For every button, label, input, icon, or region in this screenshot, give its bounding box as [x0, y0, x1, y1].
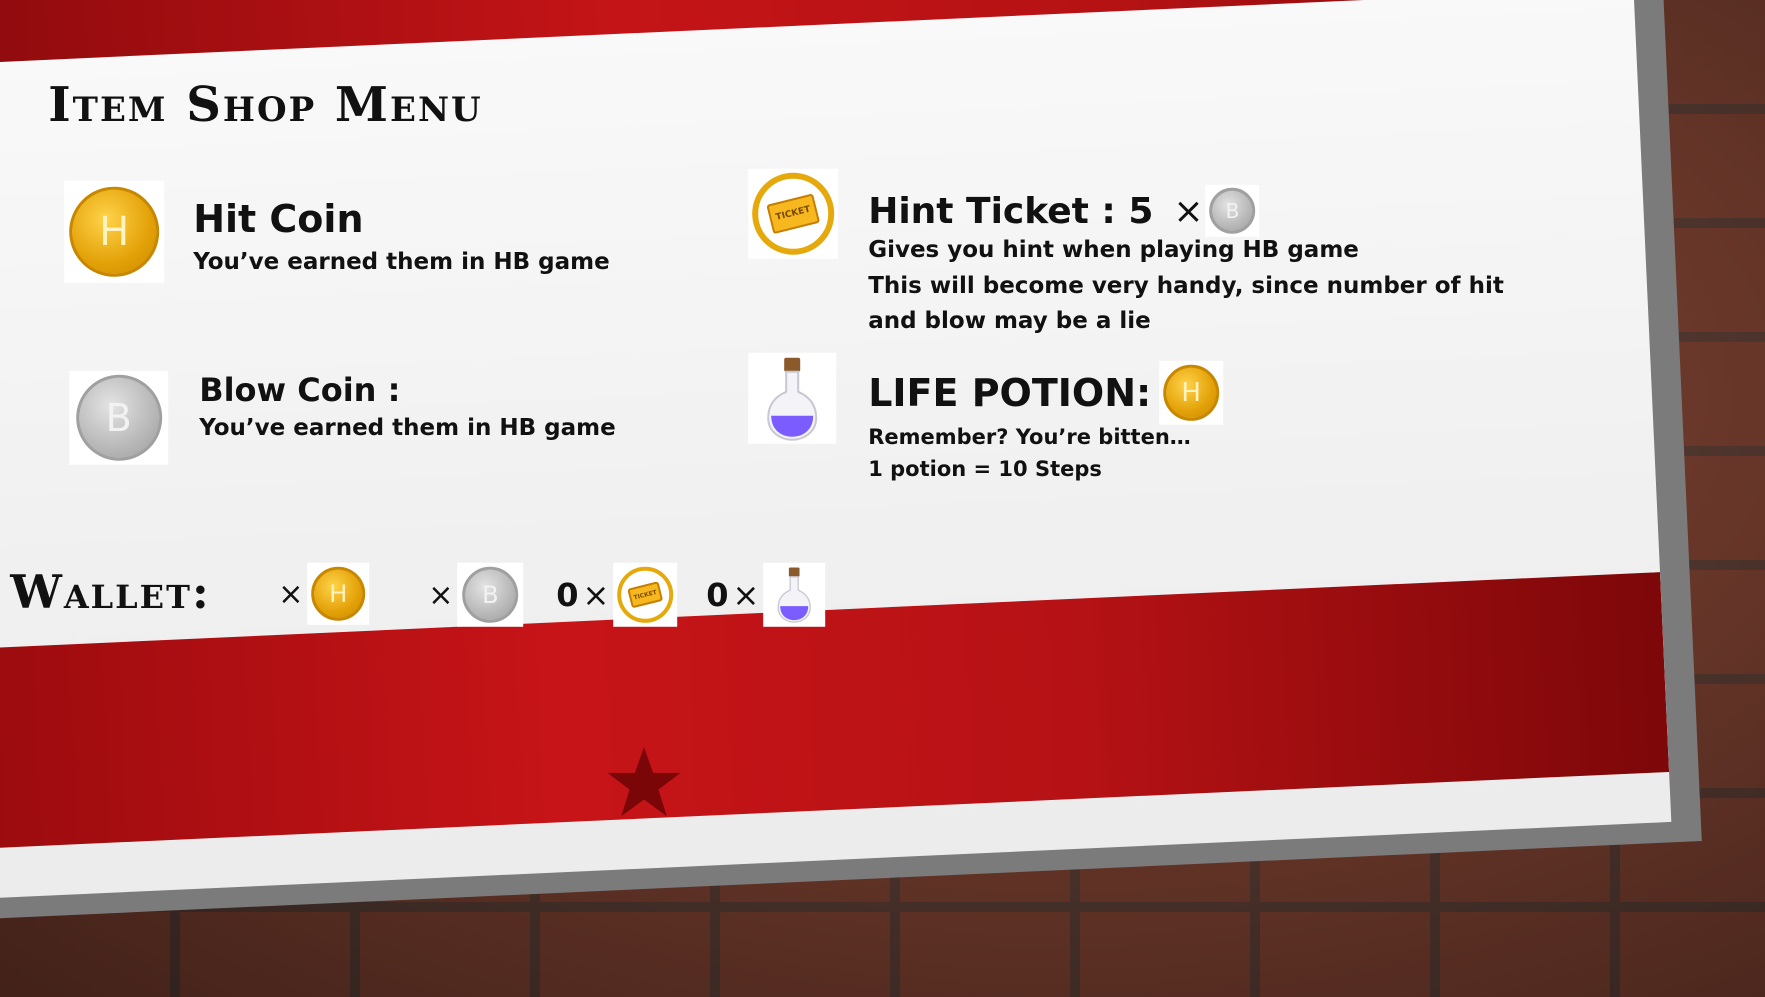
ticket-icon: TICKET [752, 172, 835, 255]
hit-coin-icon: H [69, 186, 160, 277]
hint-ticket-title: Hint Ticket : 5 [868, 190, 1154, 232]
hit-coin-name: Hit Coin [193, 196, 364, 241]
hit-coin-item-icon[interactable]: H [64, 180, 165, 283]
wallet-hit-coins: × H [274, 562, 370, 625]
hint-ticket-item-icon[interactable]: TICKET [748, 168, 839, 259]
blow-coin-icon: B [75, 374, 162, 461]
star-icon [607, 747, 681, 817]
wallet-ticket-count: 0 [556, 575, 579, 614]
times-sign: × [582, 575, 610, 614]
blow-coin-name: Blow Coin : [199, 370, 401, 409]
hint-ticket-price-icon: B [1205, 184, 1260, 237]
shop-content: Item Shop Menu H Hit Coin You’ve earned … [2, 0, 1671, 899]
wallet-potion-icon [763, 562, 826, 627]
hit-coin-icon: H [1163, 364, 1220, 421]
times-sign: × [278, 576, 304, 612]
hit-coin-desc: You’ve earned them in HB game [193, 248, 610, 275]
blow-coin-icon: B [1209, 187, 1256, 234]
life-potion-name: LIFE POTION: H [868, 360, 1224, 425]
hint-ticket-desc-3: and blow may be a lie [868, 307, 1151, 334]
blow-coin-item-icon[interactable]: B [69, 370, 169, 465]
ticket-icon: TICKET [617, 566, 674, 623]
life-potion-title: LIFE POTION: [868, 370, 1152, 415]
hint-ticket-desc-2: This will become very handy, since numbe… [868, 272, 1504, 299]
blow-coin-desc: You’ve earned them in HB game [199, 414, 616, 441]
times-sign: × [732, 575, 760, 614]
ticket-shape: TICKET [627, 581, 664, 609]
wallet-potions: 0 × [706, 562, 826, 627]
times-sign: × [1173, 190, 1204, 232]
potion-icon [777, 567, 811, 623]
potion-icon [767, 357, 818, 441]
hit-coin-icon: H [311, 566, 366, 621]
wallet-hit-icon: H [307, 562, 370, 625]
life-potion-price-icon: H [1159, 360, 1224, 425]
shop-card: Item Shop Menu H Hit Coin You’ve earned … [0, 0, 1672, 900]
life-potion-desc-2: 1 potion = 10 Steps [868, 456, 1102, 481]
life-potion-item-icon[interactable] [748, 352, 837, 444]
wallet-blow-coins: × B [424, 562, 524, 627]
wallet-label: Wallet: [10, 564, 211, 619]
times-sign: × [428, 577, 454, 613]
hint-ticket-desc-1: Gives you hint when playing HB game [868, 236, 1359, 263]
blow-coin-icon: B [462, 566, 519, 623]
ticket-shape: TICKET [766, 193, 821, 235]
wallet-ticket-icon: TICKET [613, 562, 678, 627]
wallet-tickets: 0 × TICKET [556, 562, 678, 627]
hint-ticket-name: Hint Ticket : 5 × B [868, 184, 1260, 237]
wallet-potion-count: 0 [706, 575, 729, 614]
page-title: Item Shop Menu [48, 76, 483, 133]
wallet-blow-icon: B [457, 562, 524, 627]
life-potion-desc-1: Remember? You’re bitten… [868, 424, 1191, 449]
